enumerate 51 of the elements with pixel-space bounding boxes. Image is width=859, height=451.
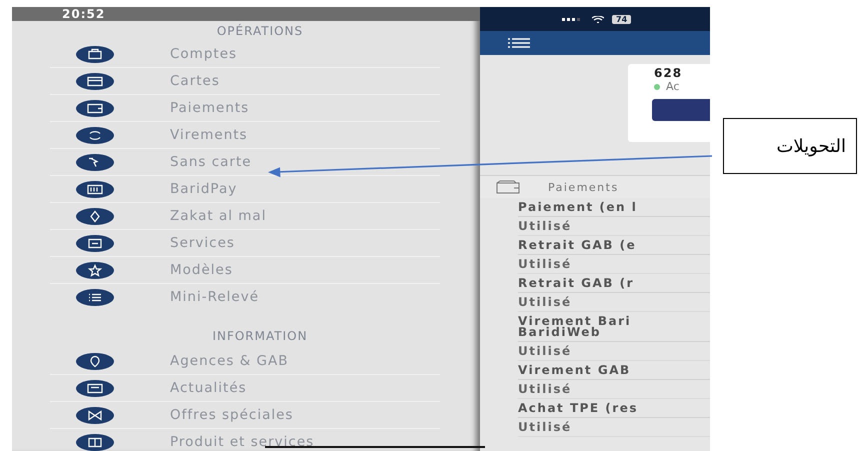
menu-item-icon [76, 72, 114, 90]
menu-item-icon [76, 288, 114, 306]
transaction-title: Achat TPE (res [518, 399, 710, 418]
menu-item[interactable]: Cartes [50, 67, 440, 94]
account-status: Ac [666, 80, 680, 93]
wifi-icon [592, 16, 604, 22]
transaction-status: Utilisé [518, 418, 710, 437]
menu-item[interactable]: Comptes [50, 41, 440, 67]
menu-item-icon [76, 180, 114, 198]
menu-item[interactable]: Modèles [50, 256, 440, 283]
menu-item[interactable]: Mini-Relevé [50, 283, 440, 310]
menu-item-icon [76, 352, 114, 370]
menu-item-icon [76, 208, 114, 224]
menu-item-icon [76, 434, 114, 450]
menu-item-icon [76, 154, 114, 170]
menu-item[interactable]: Offres spéciales [50, 401, 440, 428]
menu-item[interactable]: BaridPay [50, 175, 440, 202]
status-dot [654, 84, 660, 90]
menu-item[interactable]: Virements [50, 121, 440, 148]
menu-item-icon [76, 406, 114, 424]
transaction-title: Virement GAB [518, 361, 710, 380]
status-time: 20:52 [62, 7, 106, 21]
menu-item-icon [76, 46, 114, 62]
transaction-title: Retrait GAB (r [518, 274, 710, 293]
menu-item-icon [76, 100, 114, 116]
account-number: 628 [654, 66, 684, 80]
menu-icon[interactable] [508, 38, 530, 48]
callout-box: التحويلات [723, 118, 857, 174]
transaction-status: Utilisé [518, 217, 710, 236]
menu-item[interactable]: Zakat al mal [50, 202, 440, 229]
menu-item-icon [76, 380, 114, 396]
menu-item-icon [76, 126, 114, 144]
menu-item-icon [76, 234, 114, 252]
transaction-title: Paiement (en l [518, 198, 710, 217]
transaction-status: Utilisé [518, 380, 710, 399]
menu-item[interactable]: Sans carte [50, 148, 440, 175]
battery-indicator: 74 [612, 14, 632, 24]
menu-item[interactable]: Actualités [50, 374, 440, 401]
transaction-status: Utilisé [518, 293, 710, 312]
transaction-status: Utilisé [518, 255, 710, 274]
transaction-title: Retrait GAB (e [518, 236, 710, 255]
account-card[interactable]: 628 Ac [628, 64, 710, 142]
menu-item-icon [76, 262, 114, 278]
wallet-icon [496, 180, 520, 194]
menu-item[interactable]: Paiements [50, 94, 440, 121]
menu-item[interactable]: Services [50, 229, 440, 256]
transaction-status: Utilisé [518, 342, 710, 361]
section-heading: INFORMATION [211, 328, 309, 345]
transaction-title: Virement Bari BaridiWeb [518, 312, 710, 342]
section-heading: OPÉRATIONS [216, 22, 304, 40]
menu-item[interactable]: Agences & GAB [50, 348, 440, 374]
